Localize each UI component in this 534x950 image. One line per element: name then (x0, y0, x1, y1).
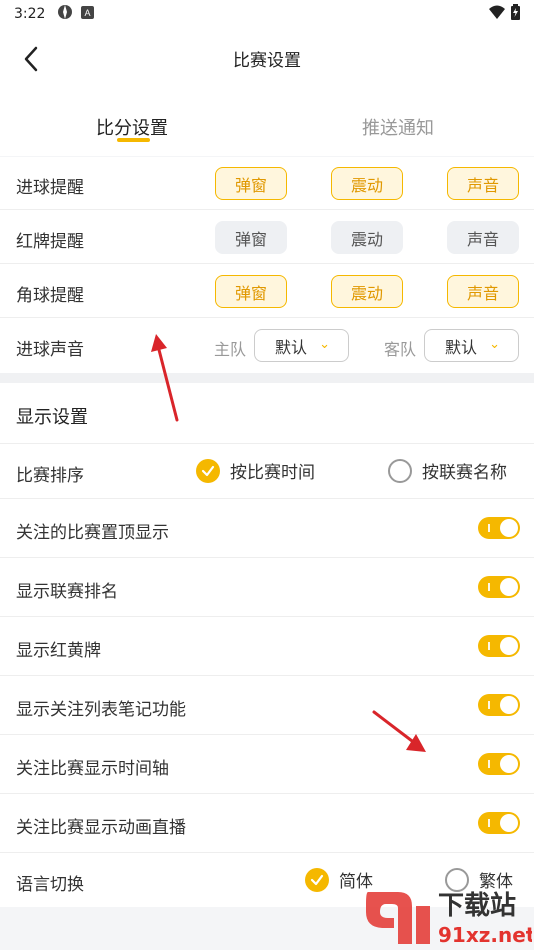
display-settings-card: 显示设置 比赛排序 按比赛时间 按联赛名称 关注的比赛置顶显示 显示联赛排名 显… (0, 383, 534, 907)
wifi-icon (489, 5, 505, 23)
row-label: 语言切换 (16, 875, 84, 895)
watermark-text-url: 91xz.net (438, 923, 532, 947)
row-label: 显示关注列表笔记功能 (16, 700, 186, 720)
goal-vibrate-option[interactable]: 震动 (331, 167, 403, 200)
a-badge-icon: A (81, 5, 95, 23)
corner-vibrate-option[interactable]: 震动 (331, 275, 403, 308)
chevron-down-icon: ⌄ (489, 337, 500, 352)
aperture-icon (57, 4, 73, 24)
home-sound-value: 默认 (275, 337, 308, 357)
goal-popup-option[interactable]: 弹窗 (215, 167, 287, 200)
radio-label: 按联赛名称 (422, 463, 507, 483)
tab-bar: 比分设置 推送通知 (0, 88, 534, 156)
status-time: 3:22 (14, 6, 46, 22)
score-settings-card: 进球提醒 弹窗 震动 声音 红牌提醒 弹窗 震动 声音 角球提醒 弹窗 震动 声… (0, 157, 534, 373)
row-label: 比赛排序 (16, 466, 84, 486)
page-title: 比赛设置 (233, 51, 301, 71)
timeline-toggle[interactable] (478, 753, 520, 775)
toggle-row: 显示联赛排名 (0, 557, 534, 616)
toggle-row: 关注比赛显示动画直播 (0, 793, 534, 852)
red-card-vibrate-option[interactable]: 震动 (331, 221, 403, 254)
toggle-row: 显示红黄牌 (0, 616, 534, 675)
away-sound-value: 默认 (445, 337, 478, 357)
svg-text:A: A (85, 8, 91, 18)
red-card-alert-row: 红牌提醒 弹窗 震动 声音 (0, 211, 534, 264)
goal-alert-row: 进球提醒 弹窗 震动 声音 (0, 157, 534, 210)
check-icon (305, 867, 329, 892)
chevron-down-icon: ⌄ (319, 337, 330, 352)
tab-push-notifications[interactable]: 推送通知 (362, 114, 434, 140)
red-card-sound-option[interactable]: 声音 (447, 221, 519, 254)
row-label: 显示红黄牌 (16, 641, 101, 661)
sort-by-time-radio[interactable]: 按比赛时间 (196, 458, 315, 483)
radio-empty-icon (388, 458, 412, 483)
pin-followed-toggle[interactable] (478, 517, 520, 539)
row-label: 红牌提醒 (16, 232, 84, 252)
watermark-text-main: 下载站 (438, 891, 516, 921)
away-sound-select[interactable]: 默认 ⌄ (424, 329, 519, 362)
check-icon (196, 458, 220, 483)
row-label: 关注比赛显示时间轴 (16, 759, 169, 779)
annotation-arrow-down (372, 710, 426, 752)
radio-label: 按比赛时间 (230, 463, 315, 483)
home-team-label: 主队 (214, 340, 247, 359)
status-bar: 3:22 A (0, 0, 534, 28)
section-title: 显示设置 (16, 407, 88, 428)
corner-sound-option[interactable]: 声音 (447, 275, 519, 308)
corner-popup-option[interactable]: 弹窗 (215, 275, 287, 308)
row-label: 关注比赛显示动画直播 (16, 818, 186, 838)
battery-icon (511, 4, 520, 24)
red-card-popup-option[interactable]: 弹窗 (215, 221, 287, 254)
tab-score-settings[interactable]: 比分设置 (96, 114, 168, 140)
toggle-row: 关注的比赛置顶显示 (0, 498, 534, 557)
row-label: 角球提醒 (16, 286, 84, 306)
site-watermark-logo: 下载站 91xz.net (366, 891, 532, 947)
animation-live-toggle[interactable] (478, 812, 520, 834)
notes-toggle[interactable] (478, 694, 520, 716)
row-label: 进球提醒 (16, 178, 84, 198)
league-rank-toggle[interactable] (478, 576, 520, 598)
row-label: 进球声音 (16, 340, 84, 360)
row-label: 关注的比赛置顶显示 (16, 523, 169, 543)
away-team-label: 客队 (384, 340, 417, 359)
toggle-row: 关注比赛显示时间轴 (0, 734, 534, 793)
corner-alert-row: 角球提醒 弹窗 震动 声音 (0, 265, 534, 318)
home-sound-select[interactable]: 默认 ⌄ (254, 329, 349, 362)
goal-sound-option[interactable]: 声音 (447, 167, 519, 200)
annotation-arrow-up (151, 334, 179, 422)
sort-by-league-radio[interactable]: 按联赛名称 (388, 458, 507, 483)
section-divider (0, 373, 534, 383)
row-label: 显示联赛排名 (16, 582, 118, 602)
toggle-row: 显示关注列表笔记功能 (0, 675, 534, 734)
goal-sound-row: 进球声音 主队 默认 ⌄ 客队 默认 ⌄ (0, 319, 534, 372)
sort-row: 比赛排序 按比赛时间 按联赛名称 (0, 443, 534, 498)
cards-toggle[interactable] (478, 635, 520, 657)
title-bar: 比赛设置 (0, 28, 534, 88)
tab-active-indicator (117, 138, 150, 142)
